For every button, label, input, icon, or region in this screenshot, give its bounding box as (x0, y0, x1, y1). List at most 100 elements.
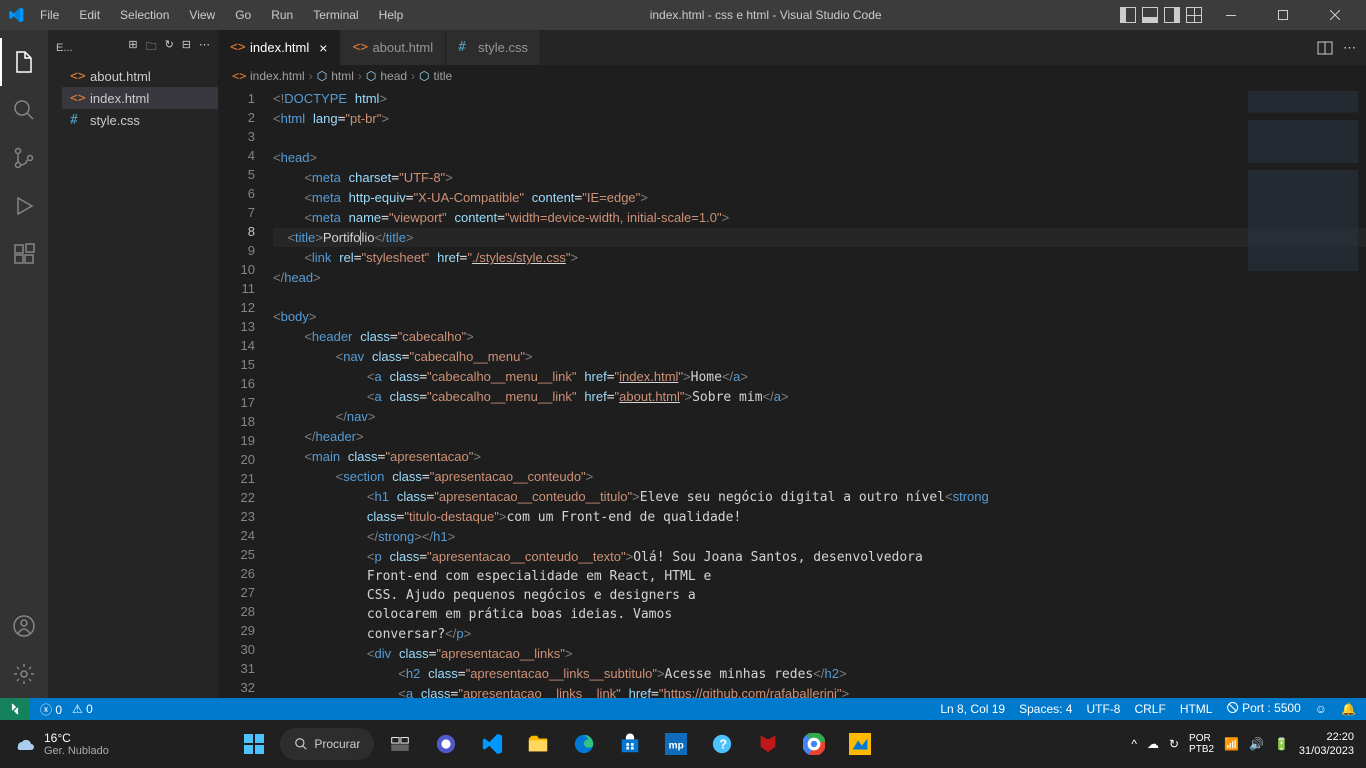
mcafee-icon[interactable] (748, 724, 788, 764)
file-item-index[interactable]: <>index.html (62, 87, 218, 109)
minimize-button[interactable] (1208, 0, 1254, 30)
teams-icon[interactable] (426, 724, 466, 764)
window-title: index.html - css e html - Visual Studio … (411, 8, 1120, 22)
date: 31/03/2023 (1299, 744, 1354, 758)
notifications-icon[interactable]: 🔔 (1341, 702, 1356, 716)
tab-about[interactable]: <>about.html (340, 30, 446, 65)
editor-tabs: <>index.html× <>about.html #style.css ⋯ (218, 30, 1366, 65)
new-file-icon[interactable]: ⊞ (128, 38, 137, 57)
explorer-sidebar: E... ⊞ 🗀 ↻ ⊟ ⋯ <>about.html <>index.html… (48, 30, 218, 698)
menu-go[interactable]: Go (227, 4, 259, 26)
file-item-about[interactable]: <>about.html (62, 65, 218, 87)
bc-item[interactable]: head (380, 69, 407, 83)
menu-selection[interactable]: Selection (112, 4, 177, 26)
feedback-icon[interactable]: ☺ (1315, 702, 1327, 716)
onedrive-icon[interactable]: ☁ (1147, 737, 1159, 751)
eol[interactable]: CRLF (1134, 702, 1165, 716)
help-icon[interactable]: ? (702, 724, 742, 764)
windows-taskbar: 16°CGer. Nublado Procurar mp ? ^ ☁ ↻ POR… (0, 720, 1366, 768)
svg-text:mp: mp (669, 741, 684, 752)
menu-bar: File Edit Selection View Go Run Terminal… (32, 4, 411, 26)
bc-item[interactable]: index.html (250, 69, 305, 83)
task-view-icon[interactable] (380, 724, 420, 764)
title-bar: File Edit Selection View Go Run Terminal… (0, 0, 1366, 30)
bc-item[interactable]: title (434, 69, 453, 83)
remote-indicator[interactable] (0, 698, 30, 720)
sync-icon[interactable]: ↻ (1169, 737, 1179, 751)
chrome-icon[interactable] (794, 724, 834, 764)
minimap[interactable] (1248, 91, 1358, 271)
search-placeholder: Procurar (314, 737, 360, 751)
breadcrumb[interactable]: <>index.html ›⬡ html ›⬡ head ›⬡ title (218, 65, 1366, 87)
warnings-count[interactable]: ⚠ 0 (72, 702, 93, 716)
file-item-style[interactable]: #style.css (62, 109, 218, 131)
system-tray: ^ ☁ ↻ PORPTB2 📶 🔊 🔋 22:20 31/03/2023 (1131, 730, 1354, 758)
toggle-primary-sidebar-icon[interactable] (1120, 7, 1136, 23)
svg-text:?: ? (720, 737, 728, 752)
app-icon-1[interactable]: mp (656, 724, 696, 764)
collapse-icon[interactable]: ⊟ (182, 38, 191, 57)
bc-item[interactable]: html (331, 69, 354, 83)
split-editor-icon[interactable] (1317, 40, 1333, 56)
maximize-button[interactable] (1260, 0, 1306, 30)
customize-layout-icon[interactable] (1186, 7, 1202, 23)
wifi-icon[interactable]: 📶 (1224, 737, 1239, 751)
language-indicator[interactable]: PORPTB2 (1189, 733, 1214, 755)
menu-terminal[interactable]: Terminal (305, 4, 366, 26)
editor: <>index.html× <>about.html #style.css ⋯ … (218, 30, 1366, 698)
encoding[interactable]: UTF-8 (1086, 702, 1120, 716)
live-server-port[interactable]: 🛇 Port : 5500 (1226, 699, 1300, 720)
settings-icon[interactable] (0, 650, 48, 698)
toggle-secondary-sidebar-icon[interactable] (1164, 7, 1180, 23)
file-explorer-icon[interactable] (518, 724, 558, 764)
toggle-panel-icon[interactable] (1142, 7, 1158, 23)
tab-label: style.css (478, 40, 528, 55)
accounts-icon[interactable] (0, 602, 48, 650)
menu-run[interactable]: Run (263, 4, 301, 26)
sidebar-header: E... ⊞ 🗀 ↻ ⊟ ⋯ (48, 30, 218, 65)
run-debug-icon[interactable] (0, 182, 48, 230)
code-content[interactable]: <!DOCTYPE html> <html lang="pt-br"> <hea… (273, 87, 1366, 698)
tab-index[interactable]: <>index.html× (218, 30, 340, 65)
new-folder-icon[interactable]: 🗀 (146, 38, 157, 57)
close-icon[interactable]: × (319, 40, 327, 56)
weather-desc: Ger. Nublado (44, 745, 109, 757)
errors-count[interactable]: ⓧ 0 (40, 701, 62, 718)
sidebar-title: E... (56, 42, 73, 54)
close-button[interactable] (1312, 0, 1358, 30)
vscode-taskbar-icon[interactable] (472, 724, 512, 764)
edge-icon[interactable] (564, 724, 604, 764)
line-numbers: 1234567891011121314151617181920212223242… (218, 87, 273, 698)
source-control-icon[interactable] (0, 134, 48, 182)
app-icon-2[interactable] (840, 724, 880, 764)
indentation[interactable]: Spaces: 4 (1019, 702, 1072, 716)
menu-edit[interactable]: Edit (71, 4, 108, 26)
clock[interactable]: 22:20 31/03/2023 (1299, 730, 1354, 758)
menu-help[interactable]: Help (371, 4, 412, 26)
cursor-position[interactable]: Ln 8, Col 19 (940, 702, 1005, 716)
tab-style[interactable]: #style.css (446, 30, 541, 65)
more-actions-icon[interactable]: ⋯ (1343, 40, 1356, 56)
tab-label: about.html (372, 40, 433, 55)
file-label: about.html (90, 69, 151, 84)
store-icon[interactable] (610, 724, 650, 764)
volume-icon[interactable]: 🔊 (1249, 737, 1264, 751)
taskbar-search[interactable]: Procurar (280, 728, 374, 760)
battery-icon[interactable]: 🔋 (1274, 737, 1289, 751)
start-button[interactable] (234, 724, 274, 764)
explorer-icon[interactable] (0, 38, 48, 86)
menu-view[interactable]: View (181, 4, 223, 26)
extensions-icon[interactable] (0, 230, 48, 278)
weather-widget[interactable]: 16°CGer. Nublado (12, 731, 109, 757)
tab-label: index.html (250, 40, 309, 55)
more-icon[interactable]: ⋯ (199, 38, 210, 57)
activity-bar (0, 30, 48, 698)
menu-file[interactable]: File (32, 4, 67, 26)
language-mode[interactable]: HTML (1180, 702, 1213, 716)
status-bar: ⓧ 0 ⚠ 0 Ln 8, Col 19 Spaces: 4 UTF-8 CRL… (0, 698, 1366, 720)
tray-chevron-icon[interactable]: ^ (1131, 737, 1137, 751)
file-label: style.css (90, 113, 140, 128)
search-icon[interactable] (0, 86, 48, 134)
code-editor[interactable]: 1234567891011121314151617181920212223242… (218, 87, 1366, 698)
refresh-icon[interactable]: ↻ (165, 38, 174, 57)
